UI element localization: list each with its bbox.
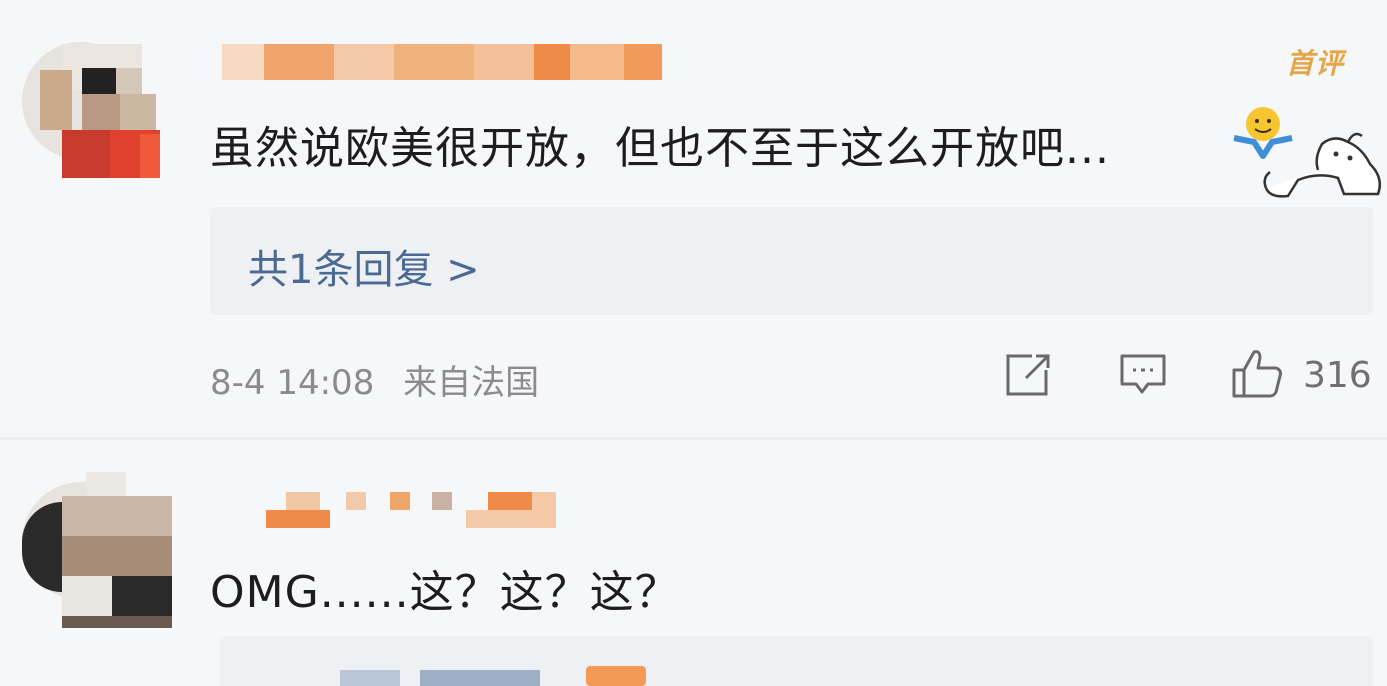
username[interactable] [266, 492, 556, 528]
comment-icon[interactable] [1118, 352, 1168, 398]
timestamp: 8-4 14:08 [210, 363, 375, 403]
avatar[interactable] [22, 42, 160, 178]
reply-preview-box[interactable] [220, 636, 1373, 686]
dog-sticker-icon [1263, 132, 1381, 198]
first-comment-badge: 首评 [1286, 47, 1345, 80]
like-count: 316 [1303, 355, 1372, 396]
location: 来自法国 [403, 363, 540, 403]
view-replies-link[interactable]: 共1条回复 > [248, 237, 480, 295]
comment-meta: 8-4 14:08 来自法国 [210, 355, 539, 404]
reply-summary-box[interactable]: 共1条回复 > [210, 207, 1373, 315]
comment-text: 虽然说欧美很开放，但也不至于这么开放吧... [210, 123, 1110, 174]
comment-item: 首评 虽然说欧美很开放，但也不至于这么开放吧... 共1条回复 > 8-4 14… [0, 0, 1387, 440]
thumbs-up-icon[interactable] [1230, 348, 1284, 400]
comment-text: OMG......这？这？这？ [210, 567, 680, 618]
comment-item: OMG......这？这？这？ [0, 440, 1387, 686]
avatar[interactable] [22, 472, 172, 628]
username[interactable] [222, 44, 662, 80]
comment-feed: 首评 虽然说欧美很开放，但也不至于这么开放吧... 共1条回复 > 8-4 14… [0, 0, 1387, 686]
share-icon[interactable] [1004, 352, 1052, 398]
